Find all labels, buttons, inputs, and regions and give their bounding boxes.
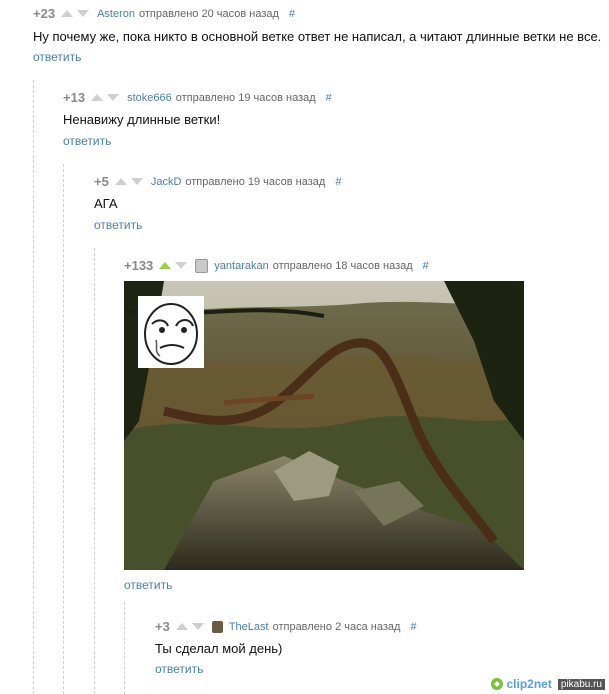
comment-header: +23 Asteron отправлено 20 часов назад # [33,6,295,21]
thread-line [33,80,34,694]
comment-text: Ненавижу длинные ветки! [63,112,221,127]
comment-header: +13 stoke666 отправлено 19 часов назад # [63,90,332,105]
reply-link[interactable]: ответить [63,134,111,148]
comment-permalink[interactable]: # [289,8,295,20]
comment-time: отправлено 19 часов назад [185,175,326,188]
comment-score: +23 [33,6,56,21]
thread-line [94,248,95,694]
vote-down-icon[interactable] [77,10,90,17]
vote-up-icon[interactable] [91,94,104,101]
comment-author[interactable]: JackD [151,176,182,188]
watermark-brand: clip2net [506,677,552,691]
thread-line [124,602,125,694]
comment-header: +133 yantarakan отправлено 18 часов наза… [124,258,429,273]
vote-up-icon[interactable] [114,178,127,185]
watermark-site: pikabu.ru [557,678,605,690]
comment-text: Ну почему же, пока никто в основной ветк… [33,29,602,44]
okay-face-icon [144,303,198,365]
vote-down-icon[interactable] [107,94,120,101]
vote-down-icon[interactable] [130,178,143,185]
user-avatar-icon [195,258,209,273]
comment-text: АГА [94,196,118,211]
vote-up-icon[interactable] [175,623,188,630]
comment-author[interactable]: yantarakan [214,260,268,272]
vote-up-icon[interactable] [159,262,172,269]
comment-score: +13 [63,90,86,105]
comment-permalink[interactable]: # [410,621,416,633]
comment-author[interactable]: TheLast [229,621,269,633]
comment-permalink[interactable]: # [335,176,341,188]
reply-link[interactable]: ответить [33,50,81,64]
comment-header: +5 JackD отправлено 19 часов назад # [94,174,341,189]
comment-time: отправлено 18 часов назад [272,259,413,272]
thread-line [63,164,64,694]
vote-up-icon[interactable] [61,10,74,17]
comment-score: +5 [94,174,109,189]
comment-permalink[interactable]: # [326,92,332,104]
comment-header: +3 TheLast отправлено 2 часа назад # [155,619,417,634]
clip-logo-icon [490,678,503,690]
watermark: clip2net pikabu.ru [490,677,605,691]
comment-permalink[interactable]: # [423,260,429,272]
reply-link[interactable]: ответить [124,578,172,592]
reply-link[interactable]: ответить [94,218,142,232]
vote-down-icon[interactable] [175,262,188,269]
comment-author[interactable]: Asteron [97,8,135,20]
comment-time: отправлено 2 часа назад [272,620,401,633]
comment-time: отправлено 19 часов назад [175,91,316,104]
vote-down-icon[interactable] [191,623,204,630]
comment-image[interactable] [124,281,524,570]
okay-face-meme [138,296,204,368]
reply-link[interactable]: ответить [155,662,203,676]
comment-score: +3 [155,619,170,634]
comment-author[interactable]: stoke666 [127,92,172,104]
comment-score: +133 [124,258,154,273]
user-avatar-icon [211,620,223,633]
comment-time: отправлено 20 часов назад [138,7,279,20]
comment-text: Ты сделал мой день) [155,641,283,656]
